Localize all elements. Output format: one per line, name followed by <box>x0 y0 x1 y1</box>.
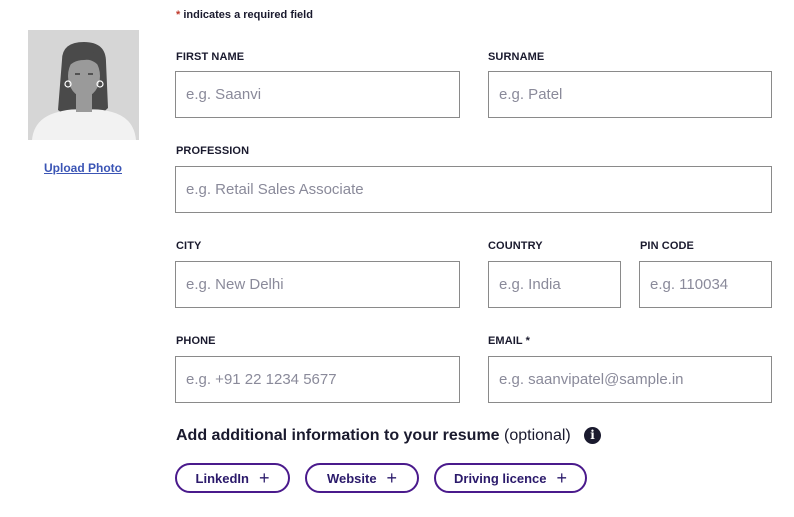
profile-photo-placeholder[interactable] <box>28 30 139 140</box>
linkedin-label: LinkedIn <box>195 470 249 486</box>
additional-info-heading: Add additional information to your resum… <box>176 427 571 445</box>
surname-label: SURNAME <box>488 51 545 63</box>
info-icon[interactable]: i <box>584 427 601 444</box>
first-name-label: FIRST NAME <box>176 51 245 63</box>
country-label: COUNTRY <box>488 240 543 252</box>
email-label-text: EMAIL <box>488 335 523 347</box>
surname-input[interactable] <box>488 71 772 118</box>
email-required-star: * <box>522 335 531 347</box>
city-label: CITY <box>176 240 202 252</box>
avatar-silhouette-icon <box>28 30 139 140</box>
additional-info-title: Add additional information to your resum… <box>176 427 500 444</box>
phone-input[interactable] <box>175 356 460 403</box>
driving-licence-label: Driving licence <box>454 470 547 486</box>
first-name-input[interactable] <box>175 71 460 118</box>
city-input[interactable] <box>175 261 460 308</box>
plus-icon: + <box>258 468 270 488</box>
pin-code-input[interactable] <box>639 261 772 308</box>
plus-icon: + <box>556 468 567 488</box>
pin-code-label: PIN CODE <box>640 240 694 252</box>
profession-label: PROFESSION <box>176 145 250 157</box>
upload-photo-link[interactable]: Upload Photo <box>44 161 122 175</box>
email-label: EMAIL * <box>488 335 530 347</box>
required-note-text: indicates a required field <box>180 9 313 21</box>
email-input[interactable] <box>488 356 772 403</box>
profession-input[interactable] <box>175 166 772 213</box>
plus-icon: + <box>386 468 398 488</box>
country-input[interactable] <box>488 261 621 308</box>
website-label: Website <box>326 470 377 486</box>
add-driving-licence-button[interactable]: Driving licence + <box>434 463 587 493</box>
required-field-note: * indicates a required field <box>176 9 313 21</box>
additional-info-optional: (optional) <box>499 427 571 444</box>
phone-label: PHONE <box>176 335 216 347</box>
add-website-button[interactable]: Website + <box>305 463 419 493</box>
add-linkedin-button[interactable]: LinkedIn + <box>175 463 290 493</box>
